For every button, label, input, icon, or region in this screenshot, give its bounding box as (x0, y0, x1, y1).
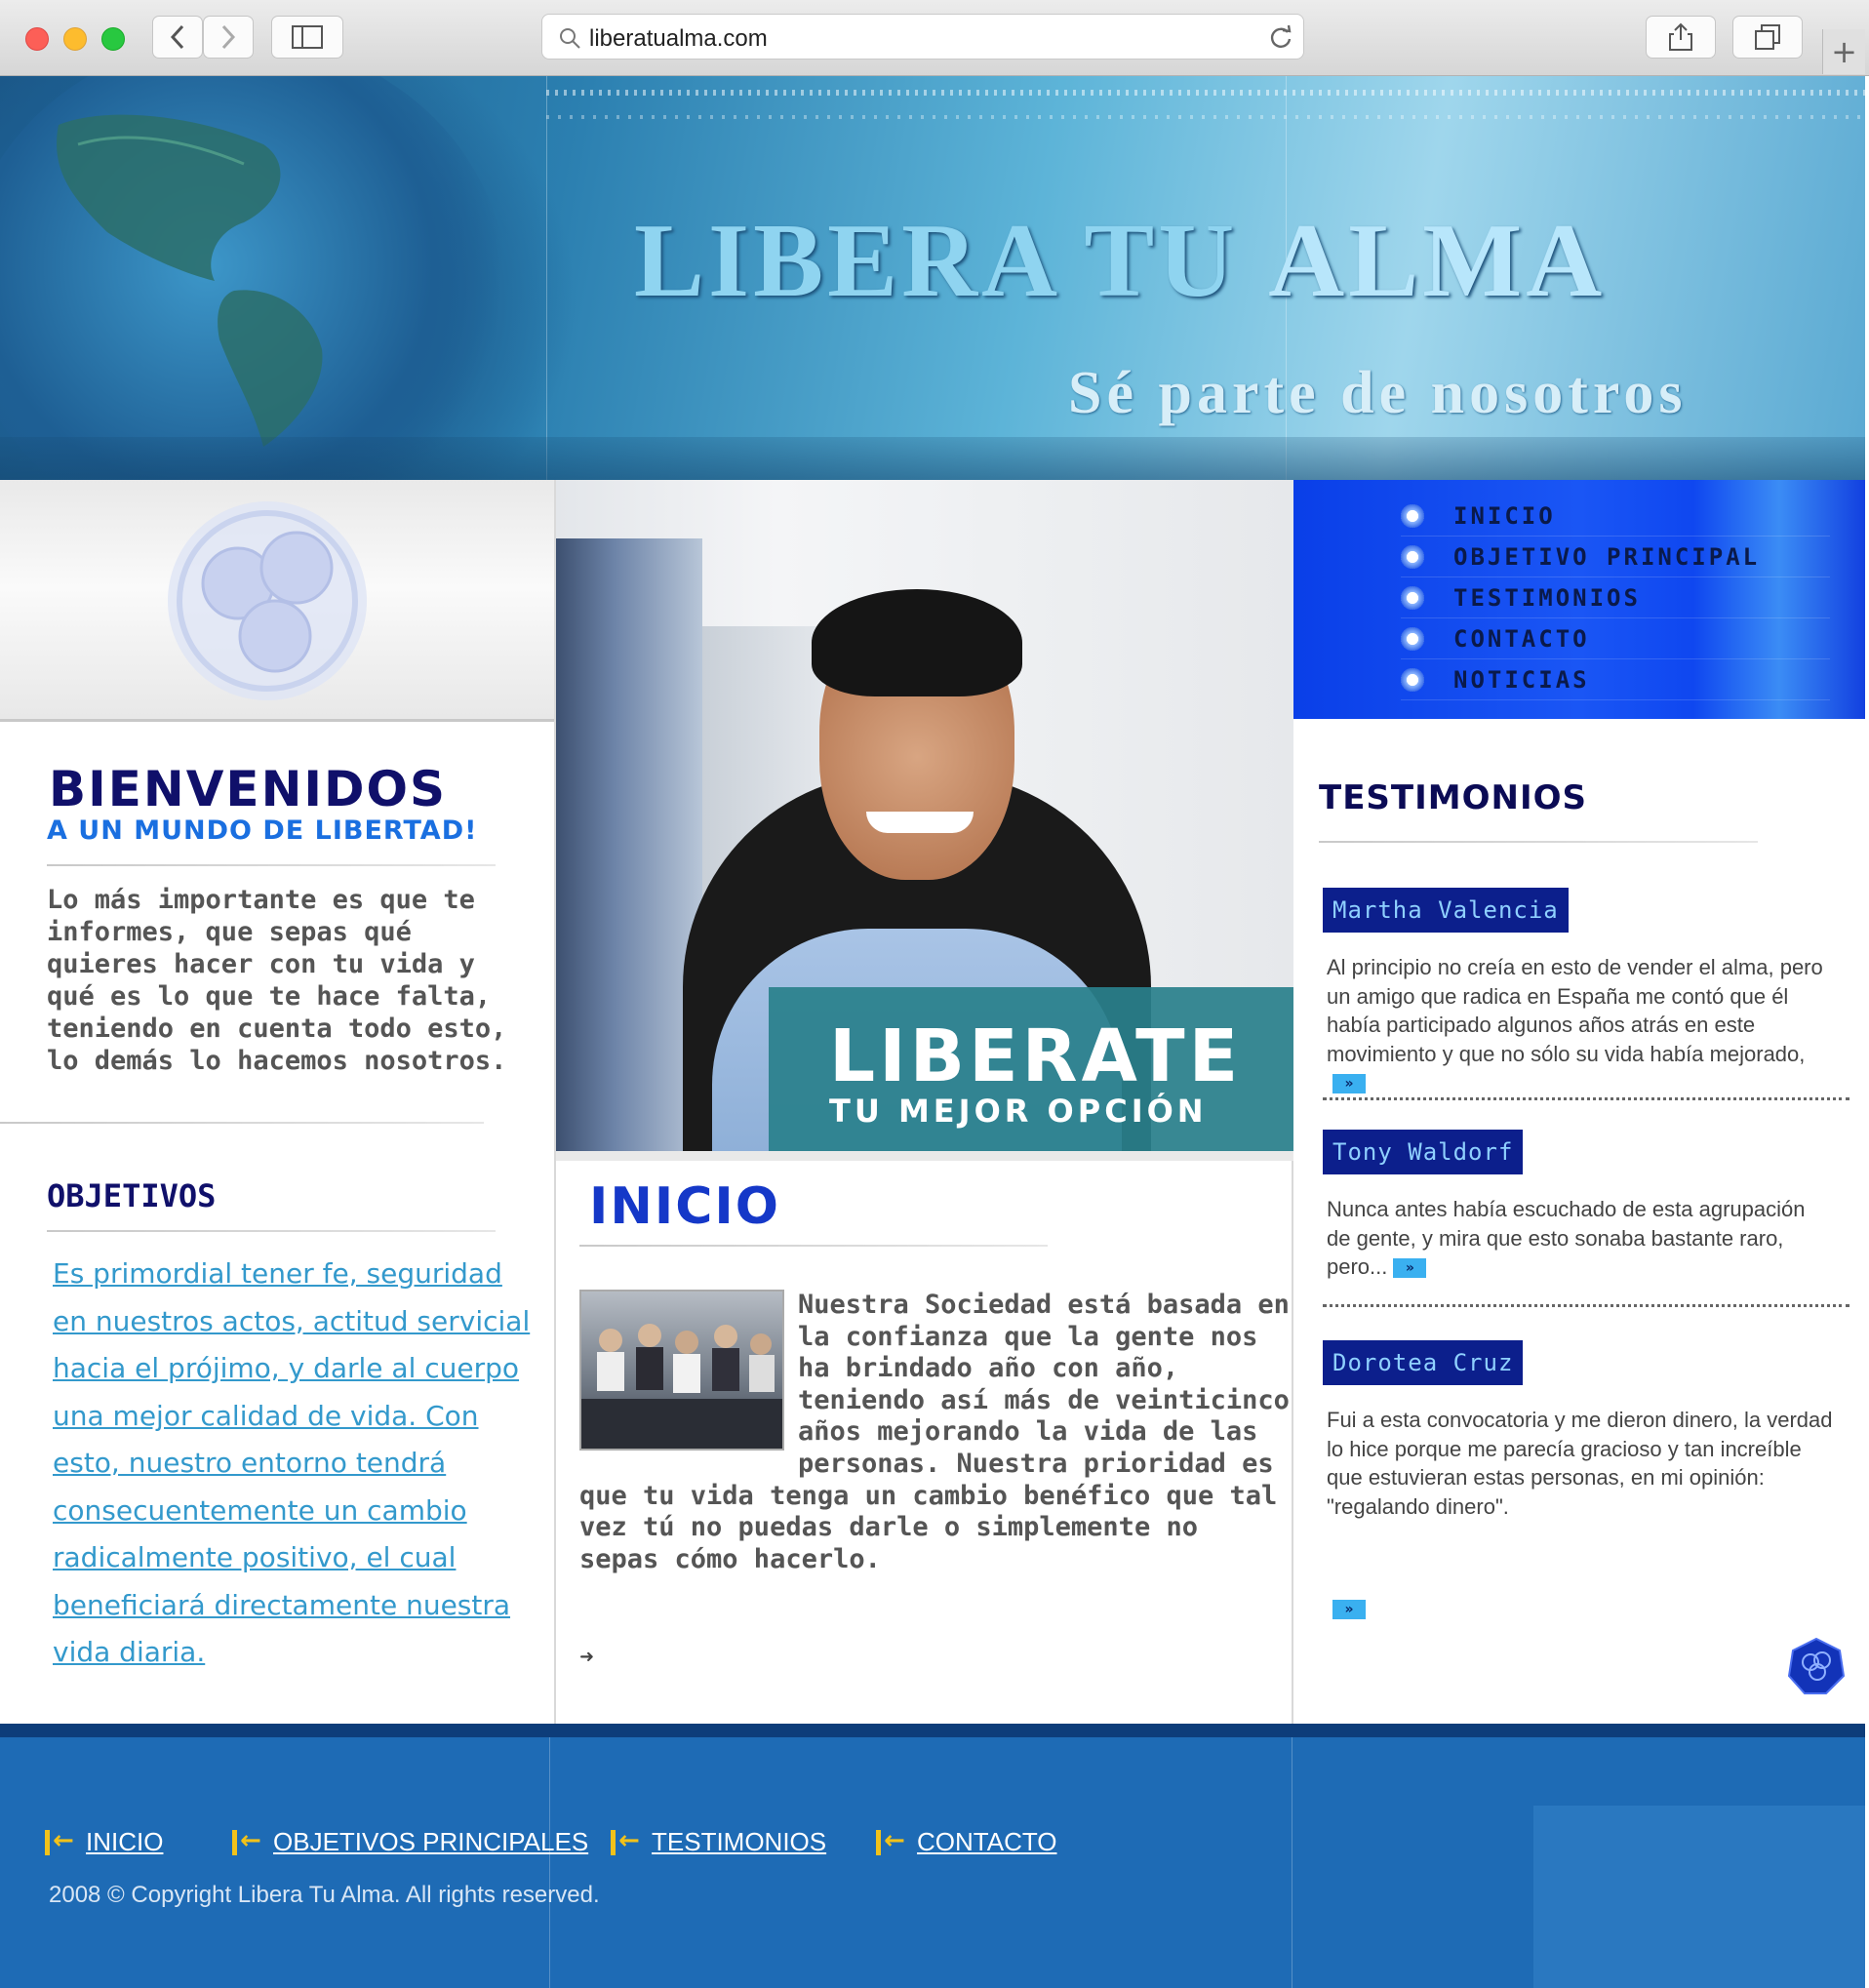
nav-item-testimonios[interactable]: TESTIMONIOS (1401, 577, 1830, 618)
zoom-window-button[interactable] (101, 27, 125, 51)
chevron-right-icon (221, 24, 236, 50)
nav-item-label: OBJETIVO PRINCIPAL (1453, 542, 1761, 571)
inicio-body: Nuestra Sociedad está basada en la confi… (579, 1290, 1292, 1575)
welcome-heading: BIENVENIDOS (49, 761, 448, 817)
left-column: BIENVENIDOS A UN MUNDO DE LIBERTAD! Lo m… (0, 480, 556, 1724)
back-button[interactable] (152, 16, 203, 59)
welcome-subheading: A UN MUNDO DE LIBERTAD! (47, 815, 478, 846)
site-footer: INICIO OBJETIVOS PRINCIPALES TESTIMONIOS… (0, 1724, 1865, 1988)
tabs-icon (1755, 24, 1780, 50)
dotted-divider (1323, 1304, 1849, 1307)
inicio-heading: INICIO (589, 1177, 780, 1236)
read-more-icon[interactable]: » (1332, 1600, 1366, 1619)
reload-icon[interactable] (1268, 24, 1293, 50)
site-header-banner: LIBERA TU ALMA Sé parte de nosotros (0, 76, 1865, 480)
nav-item-contacto[interactable]: CONTACTO (1401, 618, 1830, 659)
main-navigation: INICIO OBJETIVO PRINCIPAL TESTIMONIOS CO… (1293, 480, 1865, 719)
testimonials-heading: TESTIMONIOS (1319, 778, 1587, 817)
objectives-heading: OBJETIVOS (47, 1177, 217, 1214)
close-window-button[interactable] (25, 27, 49, 51)
bookshelf-graphic (556, 538, 702, 1151)
dotted-divider (1323, 1097, 1849, 1100)
center-column: LIBERATE TU MEJOR OPCIÓN INICIO Nuestra … (556, 480, 1293, 1724)
minimize-window-button[interactable] (63, 27, 87, 51)
footer-link-testimonios[interactable]: TESTIMONIOS (611, 1826, 826, 1857)
hero-tagline: TU MEJOR OPCIÓN (829, 1093, 1208, 1130)
nav-item-label: CONTACTO (1453, 624, 1590, 653)
bullet-icon (1401, 626, 1424, 651)
url-text: liberatualma.com (589, 25, 768, 52)
footer-link-contacto[interactable]: CONTACTO (876, 1826, 1056, 1857)
bullet-icon (1401, 503, 1424, 528)
back-arrow-icon (45, 1826, 74, 1855)
left-top-panel (0, 480, 554, 722)
group-photo-thumbnail (579, 1290, 784, 1451)
objectives-link-text[interactable]: Es primordial tener fe, seguridad en nue… (53, 1251, 540, 1677)
share-button[interactable] (1646, 16, 1716, 59)
chevron-left-icon (170, 24, 184, 50)
read-more-icon[interactable]: » (1393, 1258, 1427, 1279)
sidebar-icon (292, 25, 323, 49)
back-arrow-icon (611, 1826, 640, 1855)
forward-button[interactable] (203, 16, 254, 59)
testimonial-name: Tony Waldorf (1323, 1130, 1524, 1174)
testimonial-text: Al principio no creía en esto de vender … (1327, 955, 1823, 1094)
hero-image: LIBERATE TU MEJOR OPCIÓN (556, 480, 1293, 1151)
hero-caption-box: LIBERATE TU MEJOR OPCIÓN (769, 987, 1293, 1151)
testimonial-text: Fui a esta convocatoria y me dieron dine… (1327, 1408, 1833, 1519)
globe-continents (57, 114, 323, 447)
divider (579, 1245, 1048, 1247)
browser-toolbar: liberatualma.com + (0, 0, 1869, 76)
back-arrow-icon (876, 1826, 905, 1855)
divider (0, 1122, 484, 1124)
hair-graphic (812, 589, 1022, 696)
emblem-badge-icon (1787, 1637, 1846, 1694)
divider (1319, 841, 1758, 843)
right-column: INICIO OBJETIVO PRINCIPAL TESTIMONIOS CO… (1293, 480, 1865, 1724)
testimonial-name: Martha Valencia (1323, 888, 1569, 933)
site-title: LIBERA TU ALMA (634, 203, 1607, 319)
bullet-icon (1401, 544, 1424, 569)
share-icon (1669, 22, 1692, 51)
search-icon (560, 28, 580, 49)
testimonial-text: Nunca antes había escuchado de esta agru… (1327, 1197, 1806, 1279)
read-more-arrow-icon[interactable]: ➜ (579, 1647, 594, 1667)
new-tab-button[interactable]: + (1822, 29, 1865, 74)
divider (47, 864, 496, 866)
triple-circle-emblem-icon (168, 501, 367, 700)
address-bar[interactable]: liberatualma.com (541, 14, 1304, 60)
hero-headline: LIBERATE (829, 1014, 1243, 1098)
site-tagline: Sé parte de nosotros (1068, 360, 1688, 426)
nav-item-label: INICIO (1453, 501, 1556, 530)
copyright-text: 2008 © Copyright Libera Tu Alma. All rig… (49, 1882, 600, 1908)
back-arrow-icon (232, 1826, 261, 1855)
read-more-icon[interactable]: » (1332, 1074, 1366, 1094)
testimonial-name: Dorotea Cruz (1323, 1340, 1524, 1385)
nav-item-objetivo-principal[interactable]: OBJETIVO PRINCIPAL (1401, 537, 1830, 577)
nav-item-label: TESTIMONIOS (1453, 583, 1641, 612)
nav-item-noticias[interactable]: NOTICIAS (1401, 659, 1830, 700)
sidebar-toggle-button[interactable] (271, 16, 343, 59)
bullet-icon (1401, 585, 1424, 610)
divider (47, 1230, 496, 1232)
footer-link-inicio[interactable]: INICIO (45, 1826, 163, 1857)
footer-link-objetivos-principales[interactable]: OBJETIVOS PRINCIPALES (232, 1826, 588, 1857)
bullet-icon (1401, 667, 1424, 692)
tabs-overview-button[interactable] (1732, 16, 1803, 59)
audience-photo-graphic (581, 1324, 782, 1449)
nav-item-inicio[interactable]: INICIO (1401, 496, 1830, 537)
nav-item-label: NOTICIAS (1453, 665, 1590, 694)
welcome-body: Lo más importante es que te informes, qu… (47, 885, 507, 1076)
